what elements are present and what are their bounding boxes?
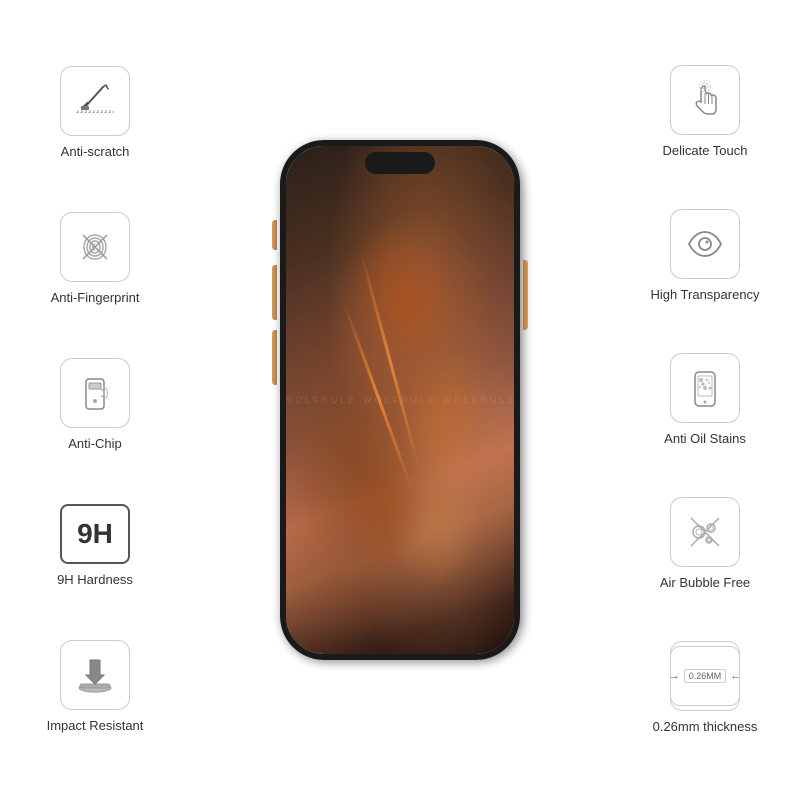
hardness-icon-box: 9H xyxy=(60,504,130,564)
feature-anti-oil-stains: Anti Oil Stains xyxy=(664,353,746,448)
phone-dots-icon xyxy=(683,366,727,410)
side-button xyxy=(523,260,528,330)
impact-resistant-icon-box xyxy=(60,640,130,710)
impact-icon xyxy=(70,650,120,700)
eye-icon xyxy=(683,222,727,266)
feature-anti-scratch: Anti-scratch xyxy=(60,66,130,161)
left-features: Anti-scratch Anti-Fingerp xyxy=(10,0,180,800)
delicate-touch-icon-box xyxy=(670,65,740,135)
anti-oil-stains-label: Anti Oil Stains xyxy=(664,431,746,448)
notch xyxy=(365,152,435,174)
touch-icon xyxy=(683,78,727,122)
high-transparency-icon-box xyxy=(670,209,740,279)
thickness-label: 0.26mm thickness xyxy=(653,719,758,736)
anti-fingerprint-label: Anti-Fingerprint xyxy=(51,290,140,307)
fingerprint-icon xyxy=(73,225,117,269)
anti-oil-stains-icon-box xyxy=(670,353,740,423)
main-container: Anti-scratch Anti-Fingerp xyxy=(0,0,800,800)
impact-resistant-label: Impact Resistant xyxy=(47,718,144,735)
right-features: Delicate Touch High Transparency xyxy=(620,0,790,800)
feature-delicate-touch: Delicate Touch xyxy=(662,65,747,160)
thickness-icon-box: → 0.26MM ← xyxy=(670,641,740,711)
chip-icon xyxy=(73,371,117,415)
left-button-silent xyxy=(272,220,277,250)
feature-thickness: → 0.26MM ← 0.26mm thickness xyxy=(653,641,758,736)
left-button-vol-down xyxy=(272,330,277,385)
bubbles-icon xyxy=(683,510,727,554)
high-transparency-label: High Transparency xyxy=(650,287,759,304)
feature-air-bubble-free: Air Bubble Free xyxy=(660,497,750,592)
delicate-touch-label: Delicate Touch xyxy=(662,143,747,160)
hardness-text: 9H xyxy=(77,518,113,550)
feature-high-transparency: High Transparency xyxy=(650,209,759,304)
left-button-vol-up xyxy=(272,265,277,320)
anti-chip-icon-box xyxy=(60,358,130,428)
9h-hardness-label: 9H Hardness xyxy=(57,572,133,589)
scratch-icon xyxy=(73,79,117,123)
phone-wrapper: WolfRule WolfRule WolfRule xyxy=(280,140,520,660)
anti-fingerprint-icon-box xyxy=(60,212,130,282)
feature-impact-resistant: Impact Resistant xyxy=(47,640,144,735)
thickness-visual: → 0.26MM ← xyxy=(670,646,740,706)
air-bubble-free-label: Air Bubble Free xyxy=(660,575,750,592)
phone-section: WolfRule WolfRule WolfRule xyxy=(250,50,550,750)
anti-scratch-icon-box xyxy=(60,66,130,136)
anti-scratch-label: Anti-scratch xyxy=(61,144,130,161)
feature-anti-chip: Anti-Chip xyxy=(60,358,130,453)
screen-protector xyxy=(280,140,520,660)
thickness-arrows: → 0.26MM ← xyxy=(669,669,742,683)
feature-anti-fingerprint: Anti-Fingerprint xyxy=(51,212,140,307)
anti-chip-label: Anti-Chip xyxy=(68,436,121,453)
feature-9h-hardness: 9H 9H Hardness xyxy=(57,504,133,589)
air-bubble-free-icon-box xyxy=(670,497,740,567)
thickness-mm-label: 0.26MM xyxy=(684,669,727,683)
